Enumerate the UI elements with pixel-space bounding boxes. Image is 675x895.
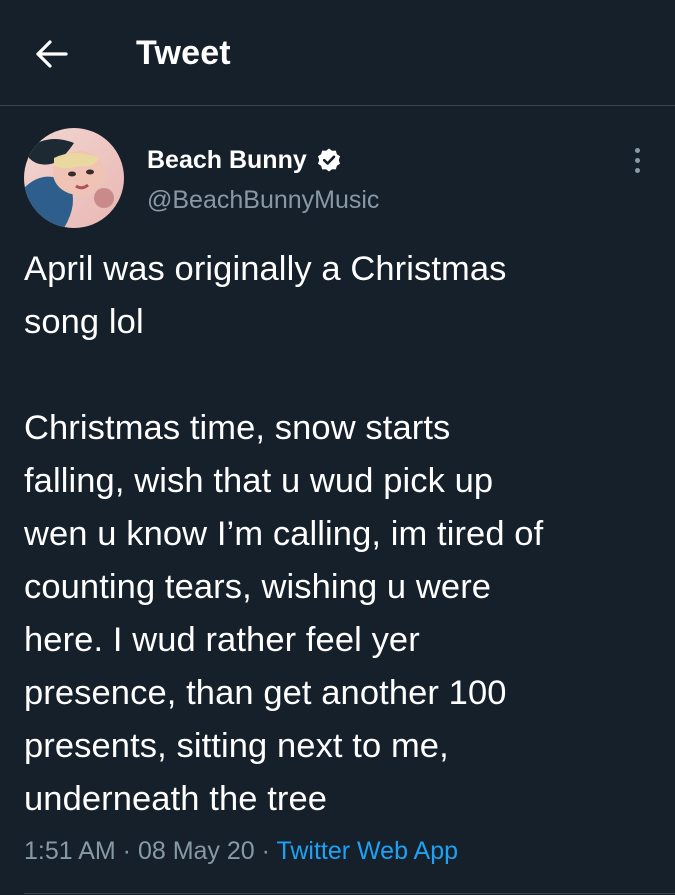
- source-app-link[interactable]: Twitter Web App: [276, 837, 458, 865]
- author-name-row[interactable]: Beach Bunny: [147, 143, 342, 177]
- tweet-time[interactable]: 1:51 AM: [24, 837, 116, 865]
- tweet-text: April was originally a Christmas song lo…: [24, 250, 544, 818]
- meta-separator: ·: [254, 837, 277, 865]
- more-dot: [634, 147, 640, 153]
- verified-badge-icon: [316, 147, 342, 173]
- meta-separator: ·: [115, 837, 138, 865]
- author-handle[interactable]: @BeachBunnyMusic: [147, 184, 379, 216]
- author-name[interactable]: Beach Bunny: [147, 144, 307, 176]
- page-title: Tweet: [136, 34, 231, 72]
- tweet-date[interactable]: 08 May 20: [138, 837, 255, 865]
- top-bar: Tweet: [0, 0, 675, 106]
- back-button[interactable]: [30, 34, 74, 74]
- avatar[interactable]: [24, 128, 124, 228]
- arrow-left-icon: [36, 40, 68, 68]
- more-dot: [634, 157, 640, 163]
- tweet-metadata: 1:51 AM · 08 May 20 · Twitter Web App: [24, 834, 458, 868]
- more-dot: [634, 167, 640, 173]
- more-options-icon[interactable]: [622, 140, 652, 180]
- divider: [24, 893, 675, 894]
- profile-photo-icon: [24, 128, 124, 228]
